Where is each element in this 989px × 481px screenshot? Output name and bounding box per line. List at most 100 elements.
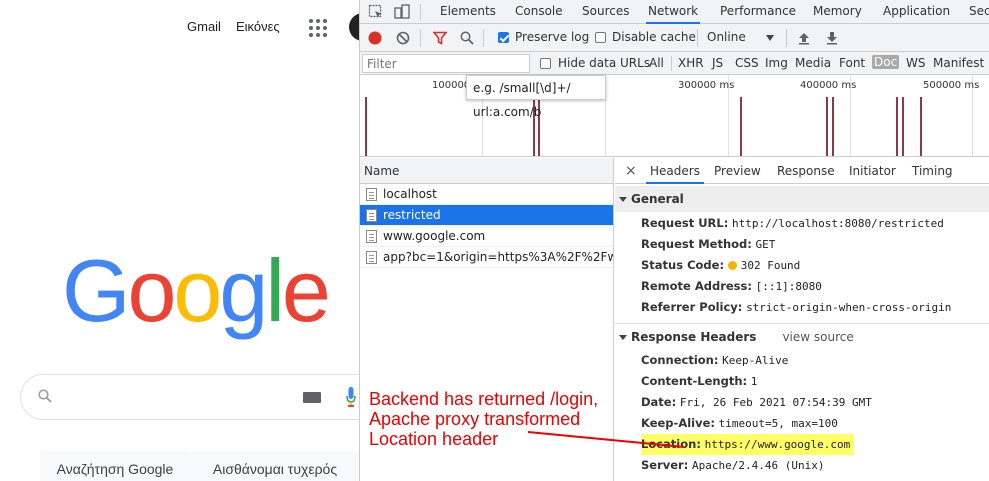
timeline-tick: 500000 ms <box>923 80 980 91</box>
type-filter-font[interactable]: Font <box>839 56 865 70</box>
record-icon[interactable] <box>368 31 382 45</box>
timeline-tick: 300000 ms <box>678 80 735 91</box>
microphone-icon[interactable] <box>346 387 356 407</box>
tab-network[interactable]: Network <box>646 0 701 24</box>
status-code-row: Status Code: 302 Found <box>641 258 801 272</box>
server-row: Server: Apache/2.4.46 (Unix) <box>641 458 825 472</box>
remote-address-row: Remote Address: [::1]:8080 <box>641 279 822 293</box>
referrer-policy-row: Referrer Policy: strict-origin-when-cros… <box>641 300 952 314</box>
account-avatar[interactable] <box>349 13 359 41</box>
type-filter-doc[interactable]: Doc <box>872 55 900 69</box>
tab-timing[interactable]: Timing <box>912 158 953 184</box>
annotation-text: Backend has returned /login, Apache prox… <box>369 389 598 449</box>
response-headers-section-header[interactable]: Response Headers view source <box>615 324 989 350</box>
timeline-request-bar <box>832 97 834 156</box>
filter-icon[interactable] <box>433 31 447 45</box>
name-column-header[interactable]: Name <box>360 158 613 184</box>
logo-letter: g <box>219 241 268 340</box>
close-icon[interactable]: × <box>625 158 637 184</box>
request-row[interactable]: localhost <box>360 184 613 205</box>
inspect-element-icon[interactable] <box>368 4 384 20</box>
request-method-row: Request Method: GET <box>641 237 776 251</box>
general-section-header[interactable]: General <box>615 186 989 212</box>
google-search-button[interactable]: Αναζήτηση Google <box>40 451 190 481</box>
tab-sources[interactable]: Sources <box>580 0 631 24</box>
logo-letter: o <box>173 241 222 340</box>
gmail-link[interactable]: Gmail <box>187 19 221 34</box>
hide-data-urls-checkbox[interactable] <box>540 58 551 69</box>
tab-headers[interactable]: Headers <box>646 158 704 184</box>
tab-elements[interactable]: Elements <box>438 0 498 24</box>
request-row[interactable]: app?bc=1&origin=https%3A%2F%2Fw... <box>360 247 613 268</box>
filter-bar: Hide data URLs All XHR JS CSS Img Media … <box>360 52 989 75</box>
network-overview-timeline[interactable]: 100000 300000 ms 400000 ms 500000 ms <box>360 75 989 157</box>
tab-security[interactable]: Secu <box>967 0 989 24</box>
filter-tooltip: e.g. /small[\d]+/ url:a.com/b <box>466 75 606 119</box>
timeline-request-bar <box>896 97 898 156</box>
timeline-tick: 400000 ms <box>800 80 857 91</box>
tab-console[interactable]: Console <box>513 0 565 24</box>
tab-initiator[interactable]: Initiator <box>849 158 896 184</box>
type-filter-manifest[interactable]: Manifest <box>933 56 984 70</box>
annotation-line: Backend has returned /login, <box>369 389 599 409</box>
section-title: Response Headers <box>631 330 757 344</box>
export-har-icon[interactable] <box>826 31 838 45</box>
document-icon <box>366 230 377 243</box>
request-row[interactable]: restricted <box>360 205 613 226</box>
clear-icon[interactable] <box>396 31 410 45</box>
location-row: Location: https://www.google.com <box>641 434 855 455</box>
type-filter-ws[interactable]: WS <box>906 56 925 70</box>
detail-tab-bar: × Headers Preview Response Initiator Tim… <box>615 158 989 184</box>
type-filter-all[interactable]: All <box>649 56 664 70</box>
feeling-lucky-button[interactable]: Αισθάνομαι τυχερός <box>190 451 359 481</box>
collapse-triangle-icon <box>619 197 627 202</box>
devtools-tab-bar: Elements Console Sources Network Perform… <box>360 0 989 24</box>
request-name: www.google.com <box>383 229 486 243</box>
import-har-icon[interactable] <box>798 31 810 45</box>
type-filter-media[interactable]: Media <box>795 56 831 70</box>
tab-response[interactable]: Response <box>777 158 835 184</box>
type-filter-js[interactable]: JS <box>712 56 723 70</box>
timeline-request-bar <box>902 97 904 156</box>
type-filter-css[interactable]: CSS <box>735 56 759 70</box>
images-link[interactable]: Εικόνες <box>236 19 280 34</box>
search-box[interactable] <box>20 374 359 420</box>
collapse-triangle-icon <box>619 335 627 340</box>
timeline-request-bar <box>826 97 828 156</box>
tab-application[interactable]: Application <box>881 0 952 24</box>
content-length-row: Content-Length: 1 <box>641 374 758 388</box>
google-logo: Google <box>62 241 331 340</box>
logo-letter: e <box>281 241 331 340</box>
keep-alive-row: Keep-Alive: timeout=5, max=100 <box>641 416 838 430</box>
tab-preview[interactable]: Preview <box>714 158 761 184</box>
hide-data-urls-label[interactable]: Hide data URLs <box>558 56 650 70</box>
tab-memory[interactable]: Memory <box>811 0 864 24</box>
timeline-tick: 100000 <box>432 80 471 91</box>
search-icon[interactable] <box>460 31 474 45</box>
preserve-log-checkbox[interactable] <box>498 32 509 43</box>
status-dot-icon <box>727 261 737 270</box>
request-name: restricted <box>383 208 441 222</box>
chevron-down-icon[interactable] <box>766 35 774 41</box>
request-name: app?bc=1&origin=https%3A%2F%2Fw... <box>383 250 613 264</box>
request-name: localhost <box>383 187 437 201</box>
filter-input[interactable] <box>362 54 530 73</box>
document-icon <box>366 188 377 201</box>
type-filter-xhr[interactable]: XHR <box>678 56 704 70</box>
device-toolbar-icon[interactable] <box>394 4 410 20</box>
apps-grid-icon[interactable] <box>309 19 327 37</box>
timeline-request-bar <box>740 97 742 156</box>
view-source-link[interactable]: view source <box>782 330 853 344</box>
request-row[interactable]: www.google.com <box>360 226 613 247</box>
search-icon <box>38 389 52 403</box>
disable-cache-checkbox[interactable] <box>595 32 606 43</box>
throttling-select[interactable]: Online <box>707 30 746 44</box>
type-filter-img[interactable]: Img <box>765 56 788 70</box>
request-url-row: Request URL: http://localhost:8080/restr… <box>641 216 944 230</box>
keyboard-icon[interactable] <box>303 392 321 403</box>
tab-performance[interactable]: Performance <box>718 0 798 24</box>
timeline-request-bar <box>920 97 922 156</box>
disable-cache-label[interactable]: Disable cache <box>612 30 696 44</box>
document-icon <box>366 209 377 222</box>
preserve-log-label[interactable]: Preserve log <box>515 30 589 44</box>
